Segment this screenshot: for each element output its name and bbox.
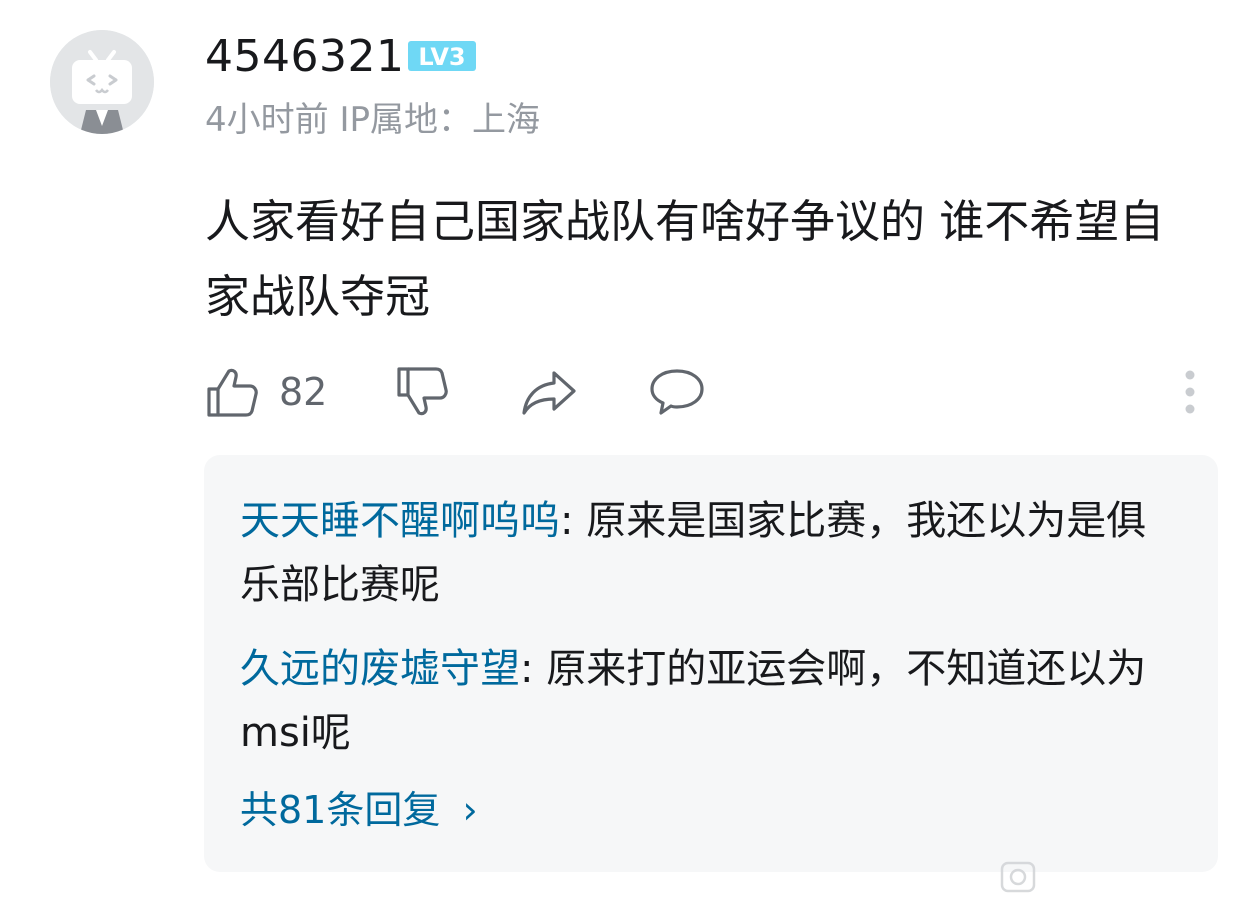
reply-username[interactable]: 天天睡不醒啊呜呜 bbox=[240, 498, 560, 544]
watermark-logo-icon bbox=[1000, 861, 1036, 893]
reply-username[interactable]: 久远的废墟守望 bbox=[240, 646, 520, 692]
level-badge: LV3 bbox=[408, 41, 476, 71]
watermark bbox=[1000, 856, 1260, 906]
share-button[interactable] bbox=[520, 362, 578, 422]
comment-text: 人家看好自己国家战队有啥好争议的 谁不希望自家战队夺冠 bbox=[205, 195, 1165, 323]
avatar[interactable] bbox=[50, 30, 154, 134]
view-all-replies-link[interactable]: 共81条回复 › bbox=[240, 785, 478, 835]
chevron-right-icon: › bbox=[462, 788, 478, 832]
thumbs-down-icon bbox=[397, 367, 448, 416]
share-icon bbox=[522, 371, 576, 415]
thumbs-up-icon bbox=[207, 368, 258, 417]
comment-icon bbox=[650, 369, 704, 415]
reply-separator: : bbox=[520, 646, 547, 692]
reply-item[interactable]: 久远的废墟守望: 原来打的亚运会啊，不知道还以为msi呢 bbox=[240, 637, 1180, 765]
reply-count-label: 共81条回复 bbox=[240, 788, 441, 832]
like-button[interactable]: 82 bbox=[205, 362, 327, 422]
more-vertical-icon bbox=[1185, 370, 1195, 414]
comment-meta: 4小时前 IP属地：上海 bbox=[205, 100, 540, 140]
reply-button[interactable] bbox=[648, 362, 706, 422]
like-count: 82 bbox=[279, 370, 328, 414]
reply-item[interactable]: 天天睡不醒啊呜呜: 原来是国家比赛，我还以为是俱乐部比赛呢 bbox=[240, 489, 1180, 617]
comment-actions: 82 bbox=[205, 362, 1215, 422]
username[interactable]: 4546321 bbox=[205, 30, 404, 84]
tv-mascot-icon bbox=[50, 30, 154, 134]
more-button[interactable] bbox=[1175, 362, 1205, 422]
replies-preview[interactable]: 天天睡不醒啊呜呜: 原来是国家比赛，我还以为是俱乐部比赛呢 久远的废墟守望: 原… bbox=[204, 455, 1218, 872]
svg-text:LV3: LV3 bbox=[418, 43, 465, 71]
reply-separator: : bbox=[560, 498, 587, 544]
dislike-button[interactable] bbox=[395, 362, 449, 422]
